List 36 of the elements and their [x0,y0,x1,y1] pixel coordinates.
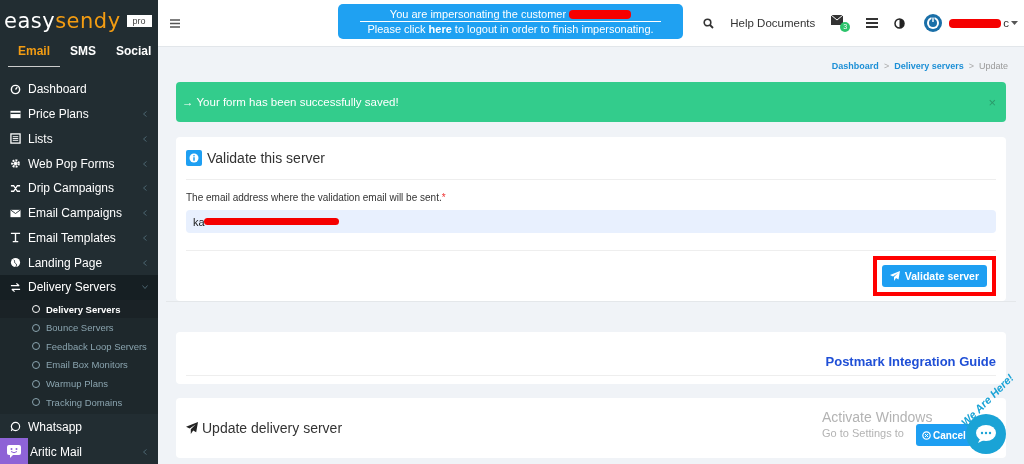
banner-text: You are impersonating the customer [389,8,567,20]
activation-text: Go to Settings to [822,426,904,441]
submenu-item[interactable]: Warmup Plans [0,374,158,393]
plan-badge: pro [126,15,152,27]
brand-logo: easysendy [4,9,121,33]
sidebar-item[interactable]: Landing Page [0,250,158,276]
submenu-item[interactable]: Tracking Domains [0,392,158,412]
submenu-item[interactable]: Bounce Servers [0,318,158,338]
sidebar-item[interactable]: Drip Campaigns [0,176,158,201]
sidebar-item[interactable]: Lists [0,126,158,152]
submenu-item[interactable]: Feedback Loop Servers [0,337,158,356]
breadcrumb-separator: > [883,61,890,72]
banner-text: Please click here to logout in order to finish impersonating. [367,22,654,35]
channel-tab[interactable]: Social [106,37,162,67]
breadcrumb-separator: > [968,61,974,72]
sidebar-item[interactable]: Aritic Mail [30,439,158,464]
sidebar-item[interactable]: Email Campaigns [0,200,158,226]
sidebar-item[interactable]: Whatsapp [0,414,158,440]
breadcrumb-current: Update [978,61,1008,72]
sidebar-item[interactable]: Delivery Servers [0,275,158,300]
channel-tab[interactable]: SMS [60,37,107,67]
channel-tab[interactable]: Email [8,37,60,67]
user-name[interactable]: c [1003,17,1009,29]
sidebar-item[interactable]: Price Plans [0,101,158,127]
sidebar-item[interactable]: Email Templates [0,225,158,251]
submenu-item[interactable]: Email Box Monitors [0,355,158,375]
activation-title: Activate Windows [822,409,933,427]
alert-message: → Your form has been successfully saved! [182,96,399,108]
guide-link[interactable]: Postmark Integration Guide [825,354,996,375]
field-label: The email address where the validation email will be sent.* [186,192,447,203]
panel-title: Validate this server [207,150,325,166]
sidebar-item[interactable]: Web Pop Forms [0,151,158,177]
sidebar-item[interactable]: Dashboard [0,76,158,102]
help-link[interactable]: Help Documents [730,17,816,29]
email-field[interactable]: ka [186,210,996,233]
panel-title: Update delivery server [202,420,343,436]
